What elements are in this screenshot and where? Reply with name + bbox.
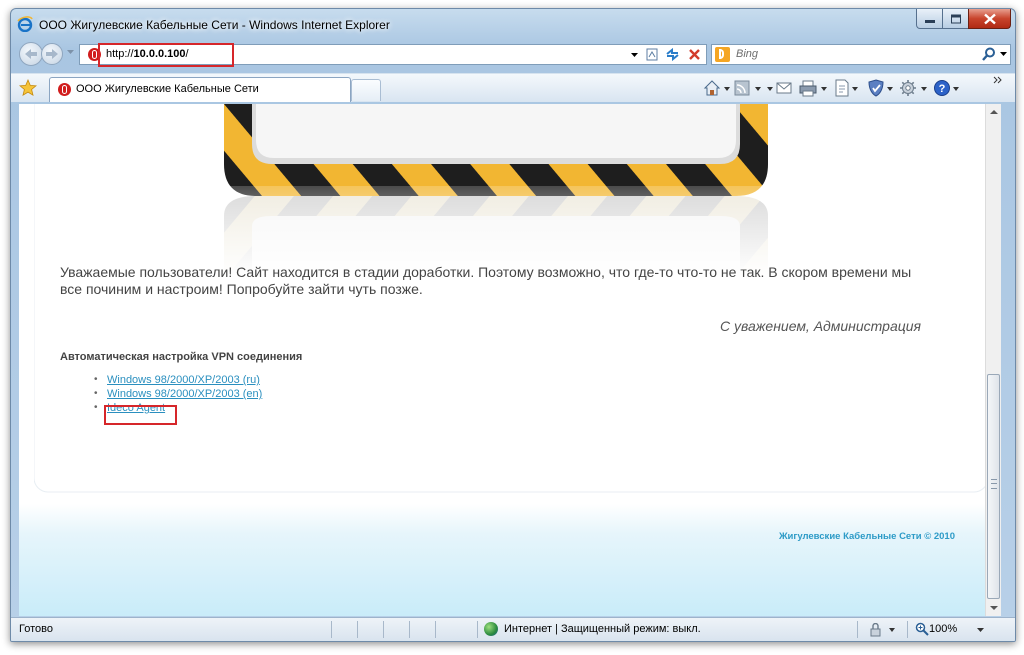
status-divider — [907, 621, 908, 638]
tab-title: ООО Жигулевские Кабельные Сети — [76, 83, 259, 95]
maximize-icon — [950, 14, 961, 23]
search-options-dropdown-icon[interactable] — [1000, 52, 1007, 57]
status-divider — [357, 621, 358, 638]
scrollbar-grip-icon — [991, 479, 997, 489]
minimize-icon — [924, 19, 935, 23]
tab-favicon-icon — [58, 83, 71, 96]
status-divider — [383, 621, 384, 638]
search-icon[interactable] — [982, 47, 996, 61]
scroll-down-button[interactable] — [986, 600, 1002, 616]
back-arrow-icon — [25, 49, 37, 59]
refresh-icon[interactable] — [664, 46, 681, 63]
status-divider — [435, 621, 436, 638]
status-divider — [409, 621, 410, 638]
help-menu-button[interactable]: ? — [933, 79, 961, 97]
feeds-button[interactable] — [733, 79, 763, 97]
shield-icon — [868, 79, 893, 97]
vpn-setup-heading: Автоматическая настройка VPN соединения — [60, 351, 303, 363]
printer-icon — [799, 80, 827, 97]
page-viewport: Уважаемые пользователи! Сайт находится в… — [19, 104, 985, 616]
navigation-bar: http://10.0.0.100/ Bing — [11, 41, 1015, 67]
title-bar: ООО Жигулевские Кабельные Сети - Windows… — [11, 9, 1015, 37]
zoom-magnifier-icon — [915, 622, 929, 636]
protected-mode-lock-icon[interactable] — [869, 623, 899, 637]
more-commands-chevron[interactable] — [993, 76, 1003, 94]
rss-feed-icon — [734, 80, 761, 96]
home-icon — [703, 80, 730, 96]
address-dropdown-icon[interactable] — [626, 46, 643, 63]
security-zone-text[interactable]: Интернет | Защищенный режим: выкл. — [504, 623, 701, 635]
ideco-agent-highlight-box — [104, 405, 177, 425]
status-text: Готово — [19, 623, 53, 635]
list-item: Windows 98/2000/XP/2003 (en) — [94, 388, 262, 402]
banner-reflection — [224, 186, 768, 276]
list-item: Windows 98/2000/XP/2003 (ru) — [94, 374, 262, 388]
favorites-star-icon[interactable] — [19, 79, 37, 97]
vpn-link-en[interactable]: Windows 98/2000/XP/2003 (en) — [107, 388, 262, 400]
window-title: ООО Жигулевские Кабельные Сети - Windows… — [39, 18, 390, 32]
compatibility-view-icon[interactable] — [644, 46, 661, 63]
status-divider — [857, 621, 858, 638]
close-button[interactable] — [968, 9, 1011, 29]
page-icon — [835, 79, 858, 97]
scroll-up-button[interactable] — [986, 104, 1002, 120]
svg-text:?: ? — [939, 83, 946, 95]
forward-button[interactable] — [41, 43, 63, 65]
recent-pages-dropdown-icon[interactable] — [67, 50, 74, 55]
print-button[interactable] — [799, 79, 829, 97]
vpn-link-ru[interactable]: Windows 98/2000/XP/2003 (ru) — [107, 374, 260, 386]
stop-icon[interactable] — [686, 46, 703, 63]
gear-icon — [900, 80, 927, 96]
chevron-double-right-icon — [993, 76, 1002, 84]
minimize-button[interactable] — [916, 9, 943, 29]
internet-explorer-icon — [17, 16, 33, 32]
maximize-button[interactable] — [942, 9, 969, 29]
status-divider — [331, 621, 332, 638]
chevron-down-icon — [990, 606, 998, 610]
browser-window: ООО Жигулевские Кабельные Сети - Windows… — [10, 8, 1016, 642]
address-bar[interactable]: http://10.0.0.100/ — [79, 43, 707, 67]
tab-active[interactable]: ООО Жигулевские Кабельные Сети — [49, 77, 351, 102]
close-icon — [983, 13, 996, 24]
chevron-up-icon — [990, 110, 998, 114]
search-input[interactable]: Bing — [736, 48, 758, 60]
administration-signature: С уважением, Администрация — [720, 318, 921, 334]
internet-zone-globe-icon — [484, 622, 498, 636]
mail-icon — [767, 82, 792, 94]
forward-arrow-icon — [46, 49, 58, 59]
zoom-dropdown-icon[interactable] — [977, 628, 984, 633]
status-bar: Готово Интернет | Защищенный режим: выкл… — [11, 617, 1015, 641]
footer-copyright: Жигулевские Кабельные Сети © 2010 — [778, 531, 955, 542]
tools-menu-button[interactable] — [899, 79, 929, 97]
safety-menu-button[interactable] — [867, 79, 895, 97]
help-icon: ? — [934, 80, 959, 96]
search-box[interactable]: Bing — [711, 44, 1011, 65]
address-highlight-box — [98, 43, 234, 67]
zoom-level[interactable]: 100% — [929, 623, 957, 635]
page-menu-button[interactable] — [833, 79, 861, 97]
home-button[interactable] — [703, 79, 731, 97]
back-button[interactable] — [19, 42, 43, 66]
maintenance-notice: Уважаемые пользователи! Сайт находится в… — [60, 264, 912, 297]
vertical-scrollbar[interactable] — [985, 104, 1001, 616]
tab-bar: ООО Жигулевские Кабельные Сети ? — [11, 73, 1015, 102]
new-tab-button[interactable] — [351, 79, 381, 101]
bing-logo-icon — [715, 47, 730, 62]
read-mail-button[interactable] — [767, 79, 793, 97]
scrollbar-thumb[interactable] — [987, 374, 1000, 599]
status-divider — [477, 621, 478, 638]
